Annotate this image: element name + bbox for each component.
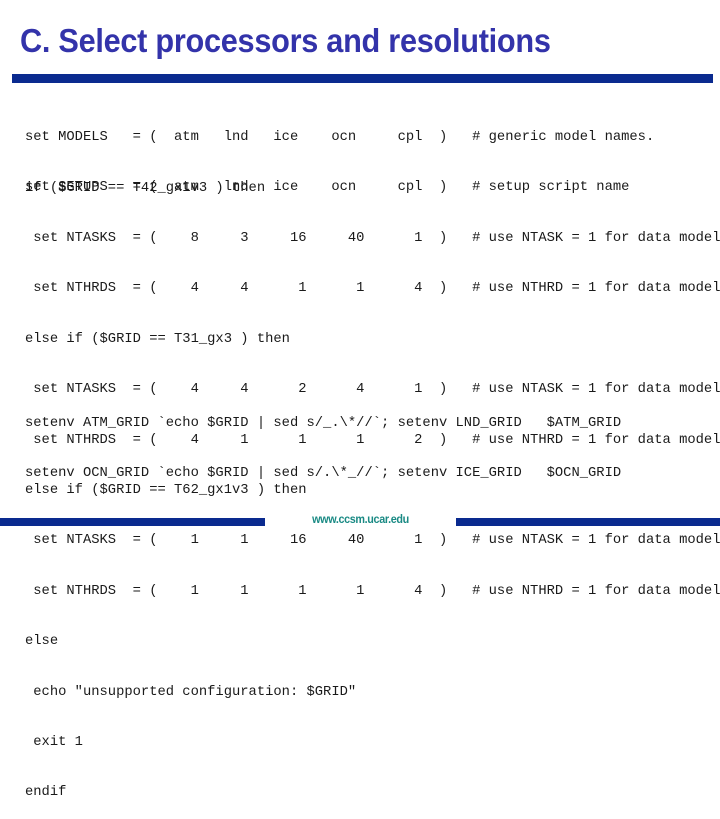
footer-rule-left — [0, 518, 265, 526]
title-underline-rule — [12, 74, 713, 83]
code-line: exit 1 — [25, 734, 83, 750]
code-line: setenv ATM_GRID `echo $GRID | sed s/_.\*… — [25, 415, 622, 431]
code-line: endif — [25, 785, 67, 801]
code-line: else — [25, 634, 59, 650]
footer-rule-right — [456, 518, 720, 526]
code-line: set NTHRDS = ( 4 4 1 1 4 ) # use NTHRD =… — [25, 281, 720, 297]
footer-url-link[interactable]: www.ccsm.ucar.edu — [275, 512, 447, 526]
code-line: setenv OCN_GRID `echo $GRID | sed s/.\*_… — [25, 465, 622, 481]
code-line: set NTASKS = ( 1 1 16 40 1 ) # use NTASK… — [25, 533, 720, 549]
code-line: set NTHRDS = ( 1 1 1 1 4 ) # use NTHRD =… — [25, 583, 720, 599]
code-line: echo "unsupported configuration: $GRID" — [25, 684, 357, 700]
code-line: else if ($GRID == T31_gx3 ) then — [25, 331, 290, 347]
code-line: set NTASKS = ( 8 3 16 40 1 ) # use NTASK… — [25, 230, 720, 246]
code-line: set MODELS = ( atm lnd ice ocn cpl ) # g… — [25, 129, 655, 145]
code-line: if ($GRID == T42_gx1v3 ) then — [25, 180, 266, 196]
code-block-setenv-grids: setenv ATM_GRID `echo $GRID | sed s/_.\*… — [25, 382, 621, 500]
slide-title: C. Select processors and resolutions — [20, 22, 551, 59]
